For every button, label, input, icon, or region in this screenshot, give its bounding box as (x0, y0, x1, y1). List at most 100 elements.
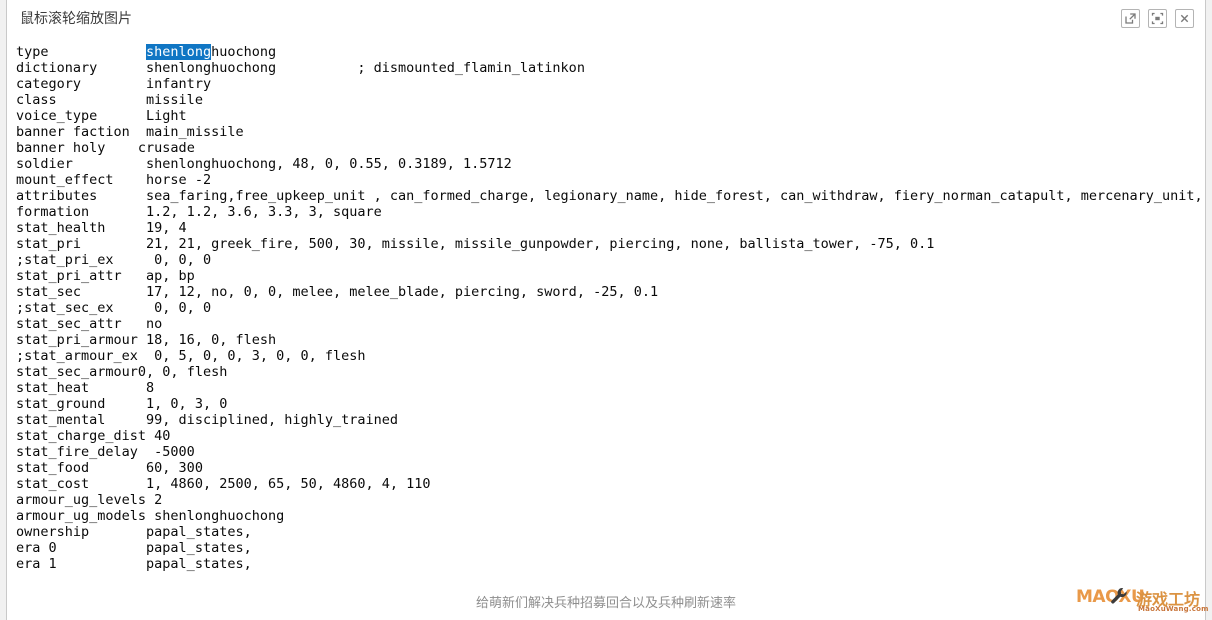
code-line-value: 1, 0, 3, 0 (146, 396, 228, 412)
code-line-key: soldier (16, 156, 147, 172)
code-line-key: voice_type (16, 108, 147, 124)
code-line-key: armour_ug_levels (16, 492, 155, 508)
code-line-value: papal_states, (146, 556, 252, 572)
code-line-key: banner holy (16, 140, 138, 156)
fit-screen-icon (1151, 12, 1164, 25)
selected-text[interactable]: shenlong (146, 44, 212, 60)
code-line-key: stat_ground (16, 396, 147, 412)
code-line-value: 0, 5, 0, 0, 3, 0, 0, flesh (154, 348, 366, 364)
window-title: 鼠标滚轮缩放图片 (20, 11, 132, 27)
code-line: stat_health 19, 4 (16, 220, 1203, 236)
code-line: stat_heat 8 (16, 380, 1203, 396)
code-line-value: infantry (146, 76, 212, 92)
code-line-value: shenlonghuochong, 48, 0, 0.55, 0.3189, 1… (146, 156, 512, 172)
code-line-value: 0, 0, flesh (137, 364, 228, 380)
code-line: soldier shenlonghuochong, 48, 0, 0.55, 0… (16, 156, 1203, 172)
right-scroll-gutter[interactable] (1205, 0, 1212, 620)
code-line: dictionary shenlonghuochong ; dismounted… (16, 60, 1203, 76)
code-line-value: crusade (137, 140, 195, 156)
image-caption: 给萌新们解决兵种招募回合以及兵种刷新速率 (475, 596, 736, 611)
code-line: banner faction main_missile (16, 124, 1203, 140)
code-line: stat_pri_armour 18, 16, 0, flesh (16, 332, 1203, 348)
code-line: mount_effect horse -2 (16, 172, 1203, 188)
left-scroll-gutter[interactable] (0, 0, 7, 620)
code-line-key: stat_sec_armour (16, 364, 138, 380)
code-line: formation 1.2, 1.2, 3.6, 3.3, 3, square (16, 204, 1203, 220)
code-line: type shenlonghuochong (16, 44, 1203, 60)
close-button[interactable] (1175, 9, 1194, 28)
code-line: stat_sec_attr no (16, 316, 1203, 332)
code-line-value: 19, 4 (146, 220, 187, 236)
code-line-value: horse -2 (146, 172, 212, 188)
code-line: ;stat_sec_ex 0, 0, 0 (16, 300, 1203, 316)
document-pane[interactable]: type shenlonghuochong dictionary shenlong… (8, 44, 1204, 580)
code-line-value: 40 (154, 428, 171, 444)
open-external-button[interactable] (1121, 9, 1140, 28)
code-line-value: huochong (211, 44, 277, 60)
code-line-key: stat_mental (16, 412, 147, 428)
code-line-key: mount_effect (16, 172, 147, 188)
code-line-key: stat_fire_delay (16, 444, 155, 460)
code-line-key: category (16, 76, 147, 92)
code-line-value: 2 (154, 492, 163, 508)
code-line: voice_type Light (16, 108, 1203, 124)
code-line-key: armour_ug_models (16, 508, 155, 524)
code-line-value: no (146, 316, 163, 332)
code-line-key: ownership (16, 524, 147, 540)
code-line-key: banner faction (16, 124, 147, 140)
code-line: stat_sec 17, 12, no, 0, 0, melee, melee_… (16, 284, 1203, 300)
code-line-value: papal_states, (146, 540, 252, 556)
code-line-key: type (16, 44, 147, 60)
code-line-key: attributes (16, 188, 147, 204)
code-line: banner holy crusade (16, 140, 1203, 156)
image-viewer: 鼠标滚轮缩放图片 type shenlonghuochong dictionar… (0, 0, 1212, 620)
code-line: stat_fire_delay -5000 (16, 444, 1203, 460)
code-line-value: 1, 4860, 2500, 65, 50, 4860, 4, 110 (146, 476, 431, 492)
code-line-key: stat_charge_dist (16, 428, 155, 444)
code-line-value: 1.2, 1.2, 3.6, 3.3, 3, square (146, 204, 382, 220)
code-line-value: 21, 21, greek_fire, 500, 30, missile, mi… (146, 236, 935, 252)
code-line-key: ;stat_sec_ex (16, 300, 155, 316)
code-line-value: 60, 300 (146, 460, 203, 476)
code-line-key: stat_sec_attr (16, 316, 147, 332)
code-line-value: ap, bp (146, 268, 195, 284)
code-line: era 0 papal_states, (16, 540, 1203, 556)
code-line: stat_charge_dist 40 (16, 428, 1203, 444)
code-line-value: -5000 (154, 444, 195, 460)
code-line: class missile (16, 92, 1203, 108)
code-line: armour_ug_models shenlonghuochong (16, 508, 1203, 524)
code-line-key: ;stat_armour_ex (16, 348, 155, 364)
code-line: era 1 papal_states, (16, 556, 1203, 572)
code-line-value: 0, 0, 0 (154, 300, 212, 316)
fit-screen-button[interactable] (1148, 9, 1167, 28)
code-line: stat_mental 99, disciplined, highly_trai… (16, 412, 1203, 428)
code-line-key: stat_pri (16, 236, 147, 252)
code-line: ;stat_pri_ex 0, 0, 0 (16, 252, 1203, 268)
close-icon (1178, 12, 1191, 25)
titlebar-actions (1121, 9, 1194, 28)
code-line-value: 99, disciplined, highly_trained (146, 412, 399, 428)
code-line-value: Light (146, 108, 187, 124)
code-line: ownership papal_states, (16, 524, 1203, 540)
code-line-key: era 1 (16, 556, 147, 572)
code-line-key: stat_heat (16, 380, 147, 396)
code-line-value: shenlonghuochong (154, 508, 285, 524)
code-line: armour_ug_levels 2 (16, 492, 1203, 508)
code-line: stat_pri_attr ap, bp (16, 268, 1203, 284)
code-line-value: shenlonghuochong ; dismounted_flamin_lat… (146, 60, 585, 76)
code-line-key: stat_pri_armour (16, 332, 147, 348)
code-line: attributes sea_faring,free_upkeep_unit ,… (16, 188, 1203, 204)
external-link-icon (1124, 12, 1137, 25)
code-line-key: stat_health (16, 220, 147, 236)
code-line-value: 18, 16, 0, flesh (146, 332, 277, 348)
code-line-key: formation (16, 204, 147, 220)
code-line-key: stat_sec (16, 284, 147, 300)
code-line-key: dictionary (16, 60, 147, 76)
code-line: stat_ground 1, 0, 3, 0 (16, 396, 1203, 412)
code-line: stat_cost 1, 4860, 2500, 65, 50, 4860, 4… (16, 476, 1203, 492)
code-line-value: 17, 12, no, 0, 0, melee, melee_blade, pi… (146, 284, 659, 300)
code-line-key: ;stat_pri_ex (16, 252, 155, 268)
code-line-key: class (16, 92, 147, 108)
code-line: stat_food 60, 300 (16, 460, 1203, 476)
code-line-value: main_missile (146, 124, 244, 140)
